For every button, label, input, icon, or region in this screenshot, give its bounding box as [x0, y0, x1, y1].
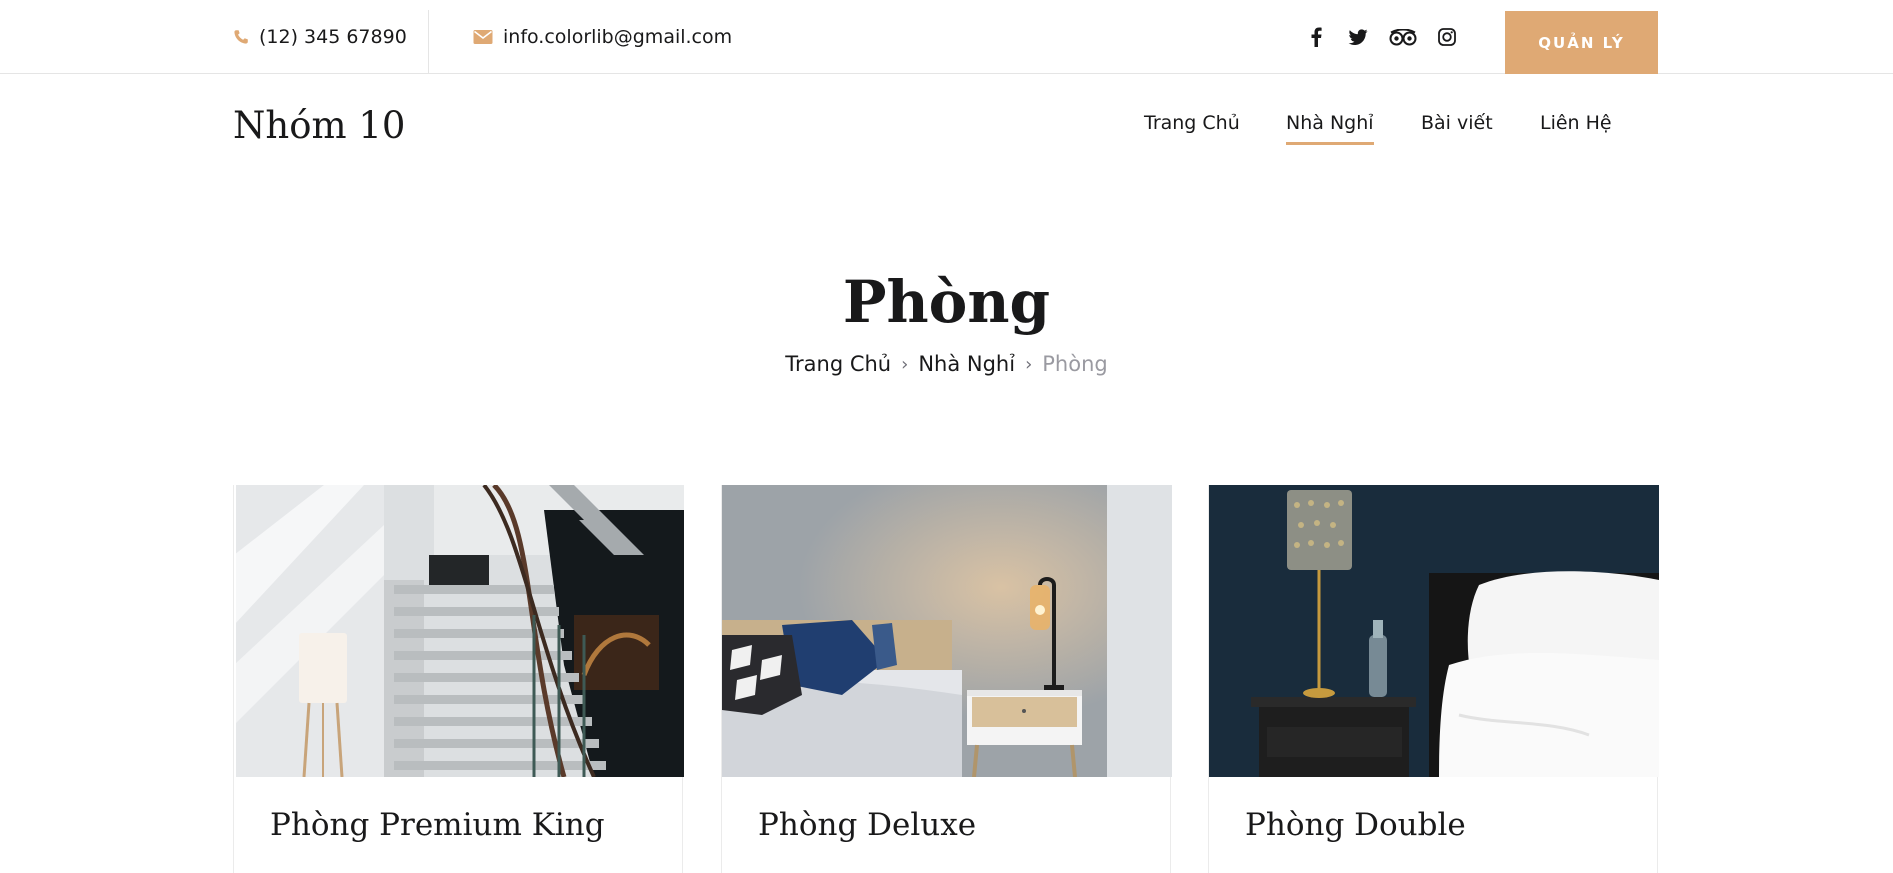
- twitter-icon[interactable]: [1348, 28, 1368, 46]
- room-card[interactable]: Phòng Deluxe: [721, 485, 1172, 873]
- envelope-icon: [473, 29, 493, 45]
- room-name[interactable]: Phòng Deluxe: [758, 807, 976, 843]
- facebook-link[interactable]: [1310, 0, 1322, 74]
- room-photo-double[interactable]: [1209, 485, 1659, 777]
- nav-item-bai-viet[interactable]: Bài viết: [1421, 112, 1493, 142]
- room-photo-deluxe[interactable]: [722, 485, 1172, 777]
- nav-item-trang-chu[interactable]: Trang Chủ: [1144, 112, 1240, 142]
- breadcrumb-parent-link[interactable]: Nhà Nghỉ: [918, 352, 1015, 376]
- nav-item-lien-he[interactable]: Liên Hệ: [1540, 112, 1612, 142]
- email-contact[interactable]: info.colorlib@gmail.com: [473, 0, 732, 74]
- phone-icon: [233, 29, 249, 45]
- room-card[interactable]: Phòng Premium King: [233, 485, 684, 873]
- twitter-link[interactable]: [1348, 0, 1368, 74]
- room-name[interactable]: Phòng Double: [1245, 807, 1466, 843]
- email-address: info.colorlib@gmail.com: [503, 26, 733, 48]
- nav-item-nha-nghi[interactable]: Nhà Nghỉ: [1286, 112, 1374, 145]
- breadcrumb: Trang Chủ › Nhà Nghỉ › Phòng: [0, 352, 1893, 376]
- site-logo[interactable]: Nhóm 10: [233, 104, 405, 147]
- room-photo-staircase[interactable]: [234, 485, 684, 777]
- chevron-right-icon: ›: [901, 353, 909, 375]
- instagram-link[interactable]: [1438, 0, 1456, 74]
- topbar-divider: [428, 10, 429, 74]
- page-title: Phòng: [842, 268, 1051, 336]
- admin-button[interactable]: QUẢN LÝ: [1505, 11, 1658, 74]
- top-bar: (12) 345 67890 info.colorlib@gmail.com Q…: [0, 0, 1893, 74]
- chevron-right-icon: ›: [1025, 353, 1033, 375]
- room-name[interactable]: Phòng Premium King: [270, 807, 605, 843]
- phone-contact[interactable]: (12) 345 67890: [233, 0, 407, 74]
- breadcrumb-current: Phòng: [1042, 352, 1108, 376]
- tripadvisor-icon[interactable]: [1389, 28, 1417, 46]
- tripadvisor-link[interactable]: [1389, 0, 1417, 74]
- instagram-icon[interactable]: [1438, 28, 1456, 46]
- breadcrumb-home-link[interactable]: Trang Chủ: [785, 352, 891, 376]
- facebook-icon[interactable]: [1310, 27, 1322, 47]
- phone-number: (12) 345 67890: [259, 26, 407, 48]
- room-card[interactable]: Phòng Double: [1208, 485, 1659, 873]
